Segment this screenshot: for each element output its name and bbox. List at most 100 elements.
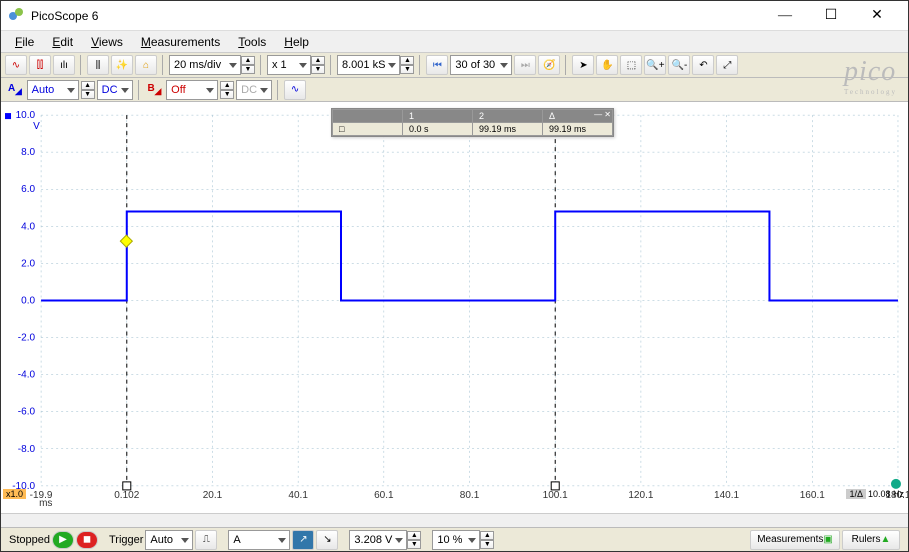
svg-text:0.102: 0.102 bbox=[114, 490, 139, 501]
channel-b-label: B◢ bbox=[145, 83, 165, 96]
ch-a-coupling-select[interactable]: DC bbox=[97, 80, 133, 100]
spectrum-mode-icon[interactable]: ılı bbox=[53, 55, 75, 75]
trigger-slope-falling-icon[interactable]: ↘ bbox=[316, 530, 338, 550]
pretrigger-up[interactable]: ▲ bbox=[480, 531, 494, 540]
trigger-label: Trigger bbox=[109, 534, 143, 546]
menu-bar: File Edit Views Measurements Tools Help bbox=[1, 31, 908, 53]
zoom-badge: x1.0 bbox=[3, 489, 26, 499]
run-status: Stopped bbox=[9, 534, 50, 546]
svg-text:-6.0: -6.0 bbox=[18, 407, 36, 418]
app-icon bbox=[9, 8, 25, 24]
svg-text:160.1: 160.1 bbox=[800, 490, 825, 501]
cursor-val-2: 99.19 ms bbox=[473, 123, 543, 136]
svg-text:-2.0: -2.0 bbox=[18, 333, 36, 344]
main-toolbar: ∿ ⫿⫿ ılı ⫼ ✨ ⌂ 20 ms/div ▲▼ x 1 ▲▼ 8.001… bbox=[1, 53, 908, 78]
window-titlebar: PicoScope 6 — ☐ ✕ bbox=[1, 1, 908, 31]
graph-svg: 10.08.06.04.02.00.0-2.0-4.0-6.0-8.0-10.0… bbox=[1, 102, 908, 513]
buffer-first-icon[interactable]: ⏮ bbox=[426, 55, 448, 75]
home-icon[interactable]: ⌂ bbox=[135, 55, 157, 75]
trigger-edge-icon[interactable]: ⎍ bbox=[195, 530, 217, 550]
pointer-icon[interactable]: ➤ bbox=[572, 55, 594, 75]
zoom-in-icon[interactable]: 🔍+ bbox=[644, 55, 666, 75]
trigger-channel-select[interactable]: A bbox=[228, 530, 290, 550]
svg-text:20.1: 20.1 bbox=[203, 490, 223, 501]
zoom-out-icon[interactable]: 🔍- bbox=[668, 55, 690, 75]
ch-a-range-select[interactable]: Auto bbox=[27, 80, 79, 100]
trigger-level-input[interactable]: 3.208 V bbox=[349, 530, 407, 550]
hand-icon[interactable]: ✋ bbox=[596, 55, 618, 75]
maximize-button[interactable]: ☐ bbox=[808, 1, 854, 31]
svg-text:40.1: 40.1 bbox=[288, 490, 308, 501]
x-unit-label: ms bbox=[39, 498, 52, 509]
histogram-icon[interactable]: ⫼ bbox=[87, 55, 109, 75]
pico-logo: picoTechnology bbox=[844, 56, 897, 96]
buffer-indicator[interactable]: 30 of 30 bbox=[450, 55, 512, 75]
trigger-level-down[interactable]: ▼ bbox=[407, 540, 421, 549]
ch-b-range-up[interactable]: ▲ bbox=[220, 81, 234, 90]
ch-b-range-select[interactable]: Off bbox=[166, 80, 218, 100]
trigger-mode-select[interactable]: Auto bbox=[145, 530, 193, 550]
cursor-col-2: 2 bbox=[473, 110, 543, 123]
go-button[interactable]: ▶ bbox=[52, 531, 74, 549]
rulers-button[interactable]: Rulers ▲ bbox=[842, 530, 900, 550]
persistence-mode-icon[interactable]: ⫿⫿ bbox=[29, 55, 51, 75]
ch-b-range-down[interactable]: ▼ bbox=[220, 90, 234, 99]
svg-text:10.0: 10.0 bbox=[16, 110, 36, 121]
sig-gen-icon[interactable]: ∿ bbox=[284, 80, 306, 100]
menu-tools[interactable]: Tools bbox=[230, 33, 274, 51]
minimize-button[interactable]: — bbox=[762, 1, 808, 31]
cursor-val-1: 0.0 s bbox=[403, 123, 473, 136]
trigger-slope-rising-icon[interactable]: ↗ bbox=[292, 530, 314, 550]
svg-text:8.0: 8.0 bbox=[21, 147, 35, 158]
zoom-full-icon[interactable]: ⤢ bbox=[716, 55, 738, 75]
buffer-last-icon[interactable]: ⏭ bbox=[514, 55, 536, 75]
frequency-readout: 1/Δ 10.08 Hz bbox=[846, 489, 904, 499]
freq-value: 10.08 Hz bbox=[868, 489, 904, 499]
timebase-down[interactable]: ▼ bbox=[241, 65, 255, 74]
cursor-col-1: 1 bbox=[403, 110, 473, 123]
measurements-button[interactable]: Measurements ▣ bbox=[750, 530, 840, 550]
channel-toolbar: A◢ Auto ▲▼ DC B◢ Off ▲▼ DC ∿ bbox=[1, 78, 908, 102]
svg-text:0.0: 0.0 bbox=[21, 295, 35, 306]
close-button[interactable]: ✕ bbox=[854, 1, 900, 31]
timebase-select[interactable]: 20 ms/div bbox=[169, 55, 241, 75]
svg-text:100.1: 100.1 bbox=[543, 490, 568, 501]
channel-a-label: A◢ bbox=[5, 83, 25, 96]
svg-text:80.1: 80.1 bbox=[460, 490, 480, 501]
status-bar: Stopped ▶ ◼ Trigger Auto ⎍ A ↗ ↘ 3.208 V… bbox=[1, 527, 908, 551]
svg-text:2.0: 2.0 bbox=[21, 258, 35, 269]
ch-b-coupling-select[interactable]: DC bbox=[236, 80, 272, 100]
ch-a-range-up[interactable]: ▲ bbox=[81, 81, 95, 90]
xscale-up[interactable]: ▲ bbox=[311, 56, 325, 65]
menu-edit[interactable]: Edit bbox=[44, 33, 81, 51]
zoom-area-icon[interactable]: ⬚ bbox=[620, 55, 642, 75]
pretrigger-down[interactable]: ▼ bbox=[480, 540, 494, 549]
menu-measurements[interactable]: Measurements bbox=[133, 33, 228, 51]
window-title: PicoScope 6 bbox=[31, 9, 762, 23]
samples-select[interactable]: 8.001 kS bbox=[337, 55, 400, 75]
popup-close-icon[interactable]: — ✕ bbox=[594, 110, 611, 119]
xscale-down[interactable]: ▼ bbox=[311, 65, 325, 74]
xscale-select[interactable]: x 1 bbox=[267, 55, 311, 75]
horizontal-scrollbar[interactable] bbox=[1, 513, 908, 527]
menu-help[interactable]: Help bbox=[276, 33, 317, 51]
timebase-up[interactable]: ▲ bbox=[241, 56, 255, 65]
samples-down[interactable]: ▼ bbox=[400, 65, 414, 74]
svg-text:4.0: 4.0 bbox=[21, 221, 35, 232]
buffer-nav-icon[interactable]: 🧭 bbox=[538, 55, 560, 75]
undo-zoom-icon[interactable]: ↶ bbox=[692, 55, 714, 75]
samples-up[interactable]: ▲ bbox=[400, 56, 414, 65]
scope-mode-icon[interactable]: ∿ bbox=[5, 55, 27, 75]
auto-setup-icon[interactable]: ✨ bbox=[111, 55, 133, 75]
svg-text:-4.0: -4.0 bbox=[18, 370, 36, 381]
cursor-readout-popup[interactable]: — ✕ 1 2 Δ □ 0.0 s 99.19 ms 99.19 ms bbox=[331, 108, 614, 137]
trigger-level-up[interactable]: ▲ bbox=[407, 531, 421, 540]
menu-views[interactable]: Views bbox=[83, 33, 131, 51]
stop-button[interactable]: ◼ bbox=[76, 531, 98, 549]
ch-a-range-down[interactable]: ▼ bbox=[81, 90, 95, 99]
svg-text:-8.0: -8.0 bbox=[18, 444, 36, 455]
scope-graph[interactable]: 10.08.06.04.02.00.0-2.0-4.0-6.0-8.0-10.0… bbox=[1, 102, 908, 513]
svg-text:6.0: 6.0 bbox=[21, 184, 35, 195]
trigger-pretrigger-input[interactable]: 10 % bbox=[432, 530, 480, 550]
menu-file[interactable]: File bbox=[7, 33, 42, 51]
